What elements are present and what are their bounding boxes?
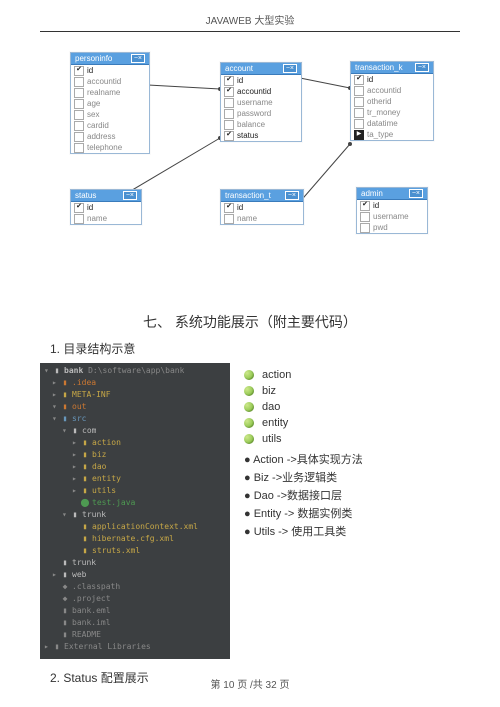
tree-node: ◆.project xyxy=(40,593,230,605)
section-heading-7: 七、 系统功能展示（附主要代码） xyxy=(0,312,500,332)
tree-node: ▸▮utils xyxy=(40,485,230,497)
bullet-item: ● Action ->具体实现方法 xyxy=(244,451,363,467)
package-item: entity xyxy=(244,417,363,429)
bullet-item: ● Biz ->业务逻辑类 xyxy=(244,469,363,485)
package-icon xyxy=(244,418,254,428)
tree-node: ▸▮META-INF xyxy=(40,389,230,401)
package-item: biz xyxy=(244,385,363,397)
package-icon xyxy=(244,402,254,412)
tree-node: ▾▮com xyxy=(40,425,230,437)
tree-node: ▮bank.iml xyxy=(40,617,230,629)
tree-node: ▸▮entity xyxy=(40,473,230,485)
package-icon xyxy=(244,434,254,444)
tree-node: ▮README xyxy=(40,629,230,641)
minmax-icon: −× xyxy=(285,191,299,200)
tree-node: ▮bank.eml xyxy=(40,605,230,617)
header-divider xyxy=(40,31,460,32)
package-icon xyxy=(244,370,254,380)
bullet-item: ● Utils -> 使用工具类 xyxy=(244,523,363,539)
project-tree: ▾▮bank D:\software\app\bank ▸▮.idea▸▮MET… xyxy=(40,363,230,659)
package-descriptions: ● Action ->具体实现方法 ● Biz ->业务逻辑类 ● Dao ->数据… xyxy=(244,451,363,539)
tree-node: ▾▮src xyxy=(40,413,230,425)
table-title: status xyxy=(75,191,96,200)
table-admin: admin−× id username pwd xyxy=(356,187,428,234)
tree-node: ▸▮web xyxy=(40,569,230,581)
minmax-icon: −× xyxy=(415,63,429,72)
tree-external-libs: ▸▮External Libraries xyxy=(40,641,230,653)
tree-node: ▾▮out xyxy=(40,401,230,413)
table-title: admin xyxy=(361,189,383,198)
bullet-item: ● Entity -> 数据实例类 xyxy=(244,505,363,521)
bullet-item: ● Dao ->数据接口层 xyxy=(244,487,363,503)
er-diagram: personinfo−× id accountid realname age s… xyxy=(40,42,460,282)
tree-node: ▮applicationContext.xml xyxy=(40,521,230,533)
minmax-icon: −× xyxy=(283,64,297,73)
page-header: JAVAWEB 大型实验 xyxy=(0,0,500,27)
subsection-1: 1. 目录结构示意 xyxy=(50,340,460,357)
package-icon xyxy=(244,386,254,396)
packages-panel: action biz dao entity utils ● Action ->具体实现方… xyxy=(244,363,363,659)
tree-node: ▮struts.xml xyxy=(40,545,230,557)
tree-root: ▾▮bank D:\software\app\bank xyxy=(40,365,230,377)
tree-node: ▮trunk xyxy=(40,557,230,569)
table-personinfo: personinfo−× id accountid realname age s… xyxy=(70,52,150,154)
tree-node: ▸▮action xyxy=(40,437,230,449)
package-item: dao xyxy=(244,401,363,413)
package-item: action xyxy=(244,369,363,381)
table-title: account xyxy=(225,64,253,73)
table-title: transaction_t xyxy=(225,191,271,200)
table-account: account−× id accountid username password… xyxy=(220,62,302,142)
tree-node: ▾▮trunk xyxy=(40,509,230,521)
table-title: transaction_k xyxy=(355,63,403,72)
tree-node: ▮hibernate.cfg.xml xyxy=(40,533,230,545)
minmax-icon: −× xyxy=(131,54,145,63)
table-title: personinfo xyxy=(75,54,112,63)
page-footer: 第 10 页 /共 32 页 xyxy=(0,676,500,691)
table-transaction-k: transaction_k−× id accountid otherid tr_… xyxy=(350,61,434,141)
table-transaction-t: transaction_t−× id name xyxy=(220,189,304,225)
tree-node: ▸▮.idea xyxy=(40,377,230,389)
tree-node: ◆.classpath xyxy=(40,581,230,593)
package-item: utils xyxy=(244,433,363,445)
minmax-icon: −× xyxy=(123,191,137,200)
tree-node: ⬤test.java xyxy=(40,497,230,509)
tree-node: ▸▮biz xyxy=(40,449,230,461)
table-status: status−× id name xyxy=(70,189,142,225)
tree-node: ▸▮dao xyxy=(40,461,230,473)
minmax-icon: −× xyxy=(409,189,423,198)
